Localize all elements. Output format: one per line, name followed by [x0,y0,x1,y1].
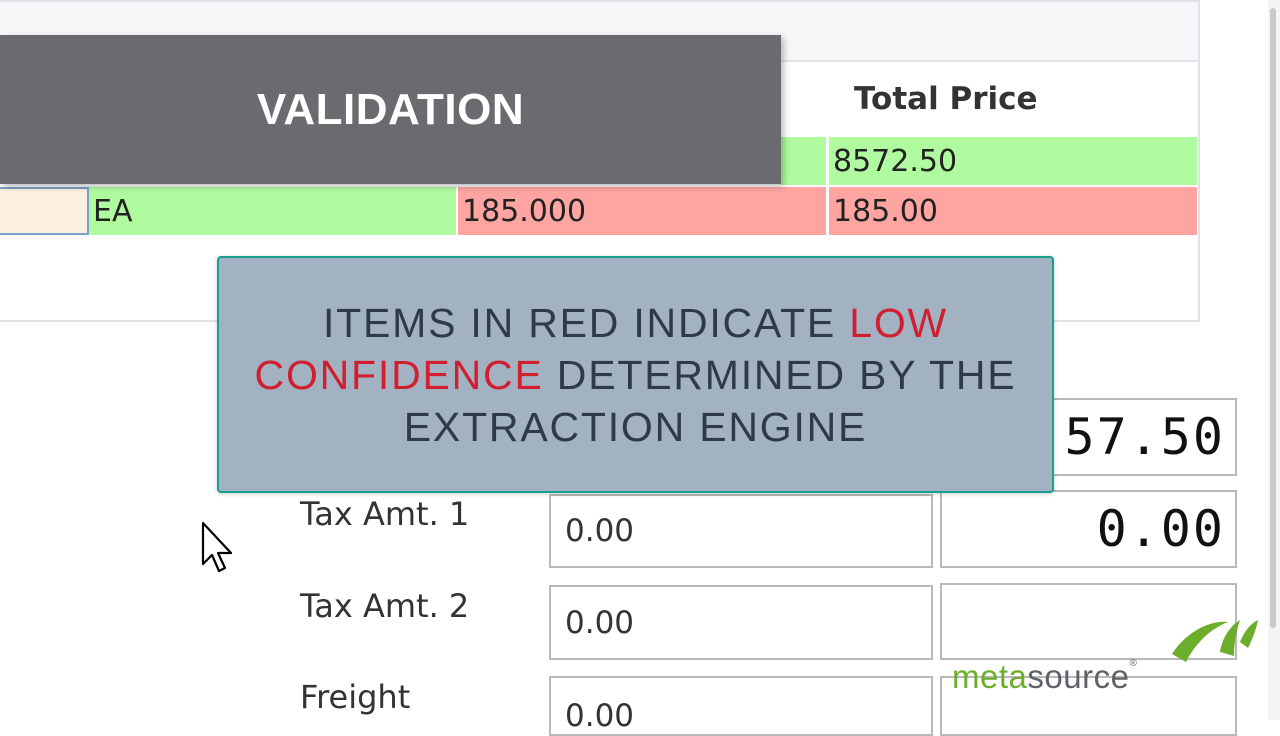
tax-amt-2-input[interactable]: 0.00 [549,585,933,660]
column-header-total-price[interactable]: Total Price [830,64,1198,134]
freight-label: Freight [300,678,411,716]
scrollbar-thumb[interactable] [1270,8,1276,628]
metasource-logo-icon [1172,620,1258,662]
cell-quantity-editing[interactable] [0,187,89,235]
logo-text-meta: meta [952,658,1028,695]
tax-amt-1-input[interactable]: 0.00 [549,494,933,568]
metasource-logo: metasource® [952,658,1137,696]
validation-banner: VALIDATION [0,35,781,184]
tax-amt-1-label: Tax Amt. 1 [300,495,470,533]
tax-amt-2-label: Tax Amt. 2 [300,587,470,625]
callout-text-part-1: ITEMS IN RED INDICATE [322,299,850,346]
banner-title: VALIDATION [256,84,525,134]
tax-amt-1-ocr-snippet: 0.00 [940,490,1237,568]
freight-input[interactable]: 0.00 [549,676,933,736]
callout-text: ITEMS IN RED INDICATE LOW CONFIDENCE DET… [219,297,1052,453]
cell-total-price[interactable]: 8572.50 [829,137,1197,185]
logo-text-source: source [1027,658,1130,695]
mouse-cursor-icon [201,521,233,573]
cell-total-price[interactable]: 185.00 [829,187,1197,235]
logo-trademark: ® [1129,658,1138,669]
cell-unit-price[interactable] [780,137,826,185]
cell-unit[interactable]: EA [89,187,456,235]
low-confidence-callout: ITEMS IN RED INDICATE LOW CONFIDENCE DET… [217,256,1054,493]
cell-unit-price[interactable]: 185.000 [458,187,826,235]
